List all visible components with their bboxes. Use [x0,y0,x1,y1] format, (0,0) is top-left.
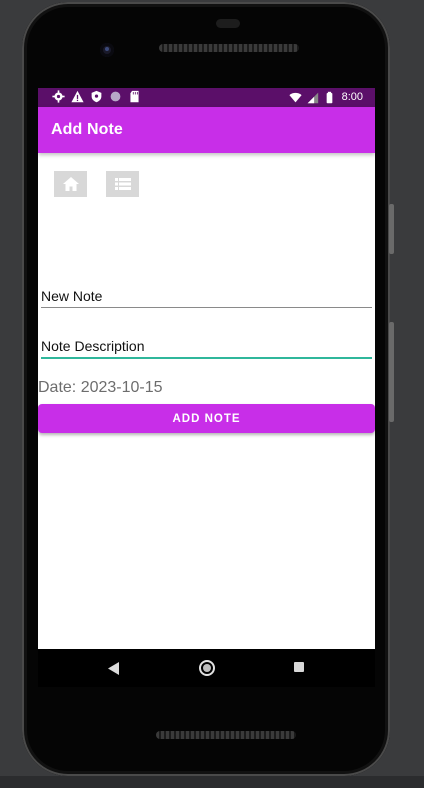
home-icon [62,177,79,191]
note-description-value: Note Description [41,338,145,354]
recents-icon[interactable] [294,662,304,672]
app-screen: 8:00 Add Note New Note Note Description … [38,88,375,649]
battery-icon [326,91,332,104]
note-title-value: New Note [41,288,103,304]
power-button[interactable] [389,204,394,254]
list-icon [114,178,131,190]
note-description-field[interactable]: Note Description [41,337,372,359]
back-icon[interactable] [108,662,120,675]
system-nav-bar [38,649,375,687]
list-button[interactable] [106,171,139,197]
earpiece-slot [216,19,240,28]
wifi-icon [288,92,302,103]
circle-icon [110,91,121,102]
front-camera [100,43,114,57]
status-bar-system-icons: 8:00 [288,90,363,105]
home-nav-icon[interactable] [199,660,215,676]
add-note-button[interactable]: ADD NOTE [38,404,375,433]
bottom-speaker-grille [156,731,296,739]
desk-surface [0,776,424,788]
warning-icon [71,90,84,103]
volume-rocker[interactable] [389,322,394,422]
sd-card-icon [130,90,139,103]
shield-icon [91,90,102,103]
app-bar: Add Note [38,107,375,153]
cell-signal-icon [307,92,318,104]
status-bar-notification-icons [52,90,141,103]
status-bar: 8:00 [38,88,375,107]
note-title-field[interactable]: New Note [41,287,372,308]
page-title: Add Note [51,121,123,138]
top-speaker-grille [159,44,299,52]
note-date-label: Date: 2023-10-15 [38,379,163,396]
home-button[interactable] [54,171,87,197]
status-time: 8:00 [341,91,363,103]
settings-gear-icon [52,90,65,103]
